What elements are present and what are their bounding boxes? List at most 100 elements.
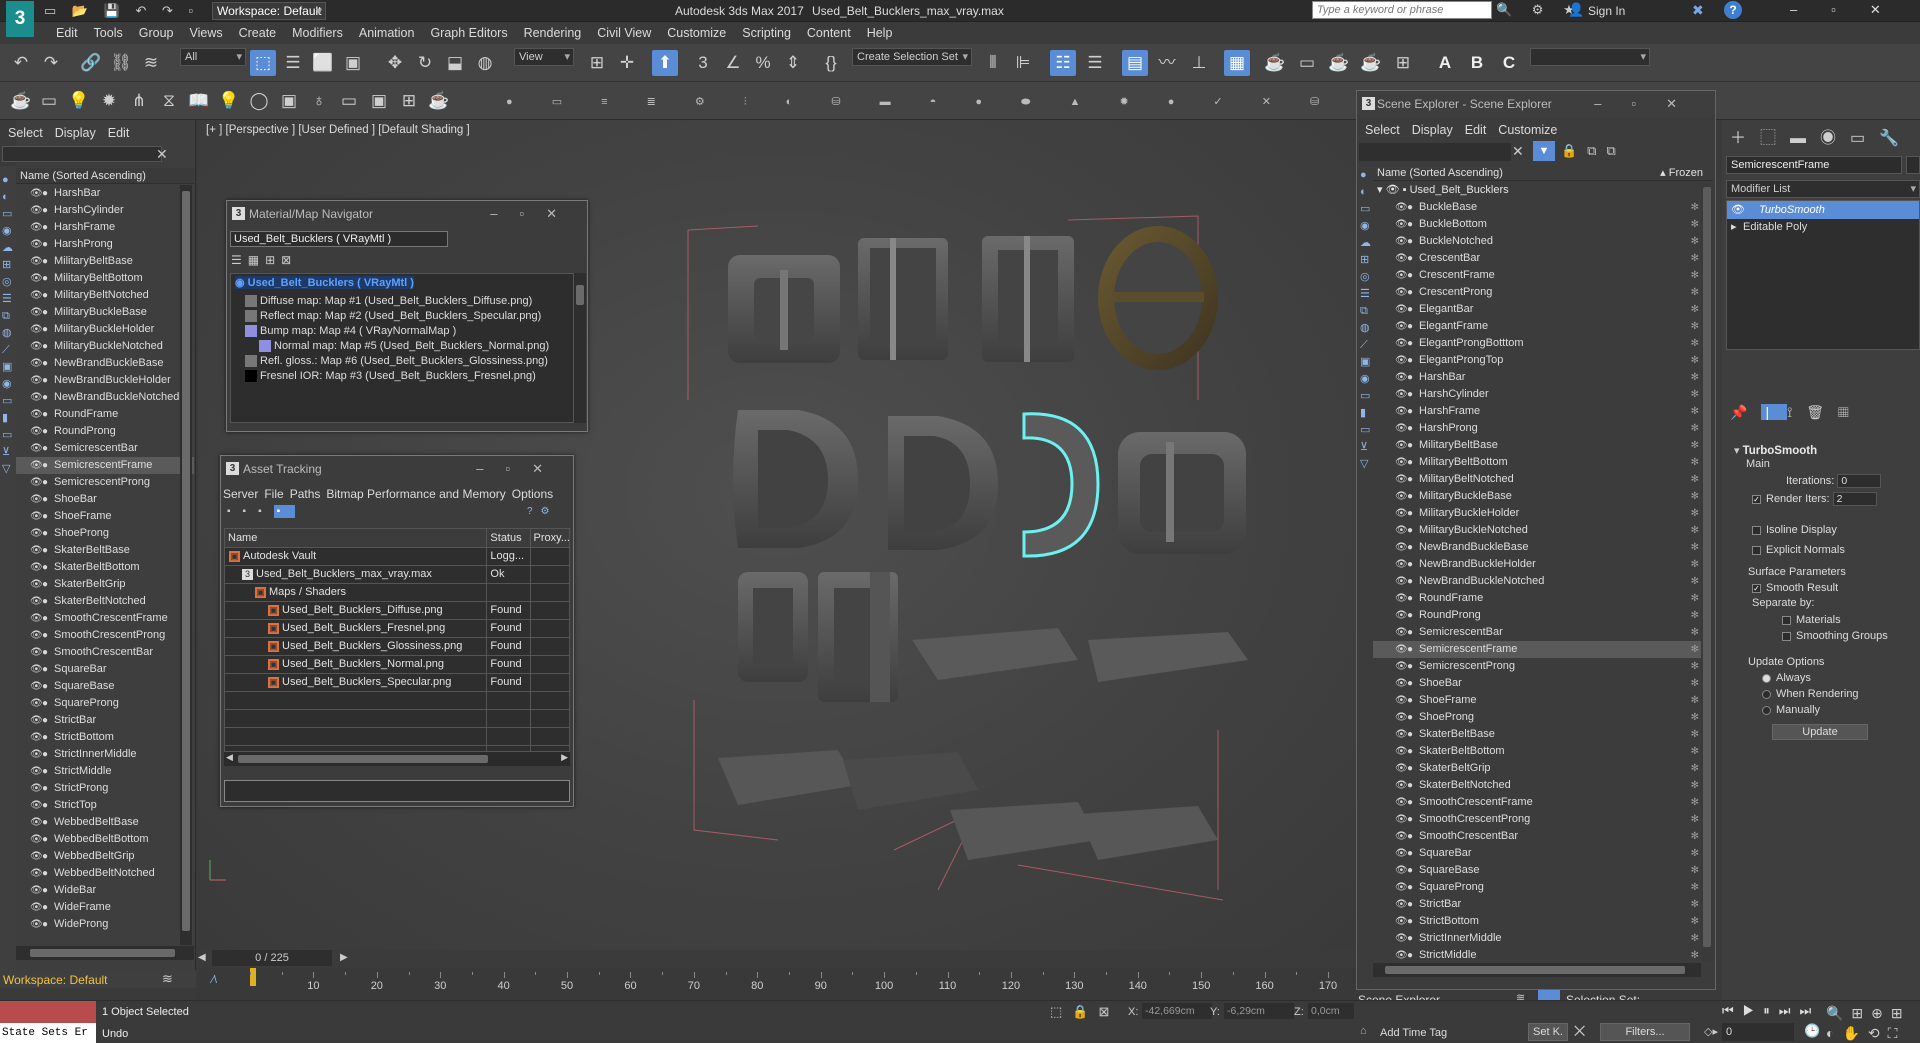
- render-toggle-icon[interactable]: ●: [42, 678, 54, 695]
- list-item[interactable]: 👁● HarshFrame ✻: [1373, 403, 1701, 420]
- list-item[interactable]: 👁● HarshFrame: [16, 219, 194, 236]
- left-search-input[interactable]: [2, 146, 162, 162]
- freeze-icon[interactable]: ✻: [1691, 947, 1699, 961]
- vray-bulb-icon[interactable]: 💡: [216, 88, 242, 114]
- vray-panel-icon[interactable]: ▭: [336, 88, 362, 114]
- eye-icon[interactable]: 👁: [30, 423, 43, 440]
- eye-icon[interactable]: 👁: [30, 457, 43, 474]
- render-toggle-icon[interactable]: ●: [1407, 794, 1419, 811]
- eye-icon[interactable]: 👁: [30, 712, 43, 729]
- scene-explorer-window-controls[interactable]: –▫✕: [1594, 91, 1707, 117]
- render-toggle-icon[interactable]: ●: [1407, 301, 1419, 318]
- eye-icon[interactable]: 👁: [1395, 471, 1408, 488]
- eye-icon[interactable]: 👁: [1395, 488, 1408, 505]
- render-toggle-icon[interactable]: ●: [42, 270, 54, 287]
- list-item[interactable]: 👁● HarshCylinder: [16, 202, 194, 219]
- when-rendering-radio-row[interactable]: When Rendering: [1762, 688, 1859, 700]
- render-toggle-icon[interactable]: ●: [42, 253, 54, 270]
- eye-icon[interactable]: 👁: [1395, 845, 1408, 862]
- spinner-snap-icon[interactable]: ⇕: [780, 50, 806, 76]
- list-item[interactable]: 👁● StrictBar ✻: [1373, 896, 1701, 913]
- z-coordinate-field[interactable]: 0,0cm: [1308, 1003, 1354, 1019]
- create-selection-set-dropdown[interactable]: Create Selection Set: [852, 48, 972, 66]
- selection-lock-icons[interactable]: ⬚🔒⊠: [1050, 1004, 1119, 1020]
- freeze-icon[interactable]: ✻: [1691, 624, 1699, 641]
- eye-icon[interactable]: 👁: [30, 321, 43, 338]
- render-toggle-icon[interactable]: ●: [42, 440, 54, 457]
- object-name-field[interactable]: SemicrescentFrame: [1726, 156, 1902, 174]
- eye-icon[interactable]: 👁: [1395, 522, 1408, 539]
- freeze-icon[interactable]: ✻: [1691, 709, 1699, 726]
- scene-search-input[interactable]: [1359, 143, 1511, 161]
- eye-icon[interactable]: 👁: [1395, 947, 1408, 961]
- render-toggle-icon[interactable]: ●: [42, 848, 54, 865]
- freeze-icon[interactable]: ✻: [1691, 760, 1699, 777]
- freeze-icon[interactable]: ✻: [1691, 250, 1699, 267]
- select-object-icon[interactable]: ⬚: [250, 50, 276, 76]
- eye-icon[interactable]: 👁: [30, 440, 43, 457]
- list-item[interactable]: 👁● ShoeFrame: [16, 508, 194, 525]
- freeze-icon[interactable]: ✻: [1691, 573, 1699, 590]
- set-key-button[interactable]: Set K.: [1528, 1023, 1568, 1041]
- unlink-icon[interactable]: ⛓: [108, 50, 134, 76]
- eye-icon[interactable]: 👁: [1395, 199, 1408, 216]
- window-controls[interactable]: –▫✕: [1790, 2, 1915, 18]
- eye-icon[interactable]: 👁: [1395, 607, 1408, 624]
- eye-icon[interactable]: 👁: [30, 338, 43, 355]
- eye-icon[interactable]: 👁: [1395, 284, 1408, 301]
- render-toggle-icon[interactable]: ●: [1407, 743, 1419, 760]
- list-item[interactable]: 👁● SquareProng: [16, 695, 194, 712]
- render-toggle-icon[interactable]: ●: [42, 219, 54, 236]
- render-toggle-icon[interactable]: ●: [1407, 539, 1419, 556]
- render-toggle-icon[interactable]: ●: [1407, 726, 1419, 743]
- render-setup-icon[interactable]: ☕: [1262, 50, 1288, 76]
- list-item[interactable]: 👁● MilitaryBeltBase: [16, 253, 194, 270]
- menu-content[interactable]: Content: [799, 22, 859, 44]
- render-toggle-icon[interactable]: ●: [1407, 250, 1419, 267]
- time-slider-thumb[interactable]: 0 / 225: [212, 950, 332, 966]
- select-by-name-icon[interactable]: ☰: [280, 50, 306, 76]
- explicit-normals-row[interactable]: Explicit Normals: [1752, 544, 1845, 556]
- render-toggle-icon[interactable]: ●: [42, 491, 54, 508]
- vray-frame-icon[interactable]: ▭: [36, 88, 62, 114]
- freeze-icon[interactable]: ✻: [1691, 726, 1699, 743]
- manipulate-icon[interactable]: ✛: [614, 50, 640, 76]
- eye-icon[interactable]: 👁: [1395, 709, 1408, 726]
- scene-object-list[interactable]: 👁● BuckleBase ✻ 👁● BuckleBottom ✻ 👁● BuckleNotc…: [1373, 199, 1701, 961]
- list-item[interactable]: 👁● SmoothCrescentProng ✻: [1373, 811, 1701, 828]
- eye-icon[interactable]: 👁: [30, 678, 43, 695]
- freeze-icon[interactable]: ✻: [1691, 794, 1699, 811]
- eye-icon[interactable]: 👁: [30, 746, 43, 763]
- render-toggle-icon[interactable]: ●: [1407, 199, 1419, 216]
- layers-icon[interactable]: ≋: [162, 971, 173, 987]
- eye-icon[interactable]: 👁: [1395, 335, 1408, 352]
- freeze-icon[interactable]: ✻: [1691, 658, 1699, 675]
- freeze-icon[interactable]: ✻: [1691, 454, 1699, 471]
- render-toggle-icon[interactable]: ●: [42, 355, 54, 372]
- render-toggle-icon[interactable]: ●: [1407, 947, 1419, 961]
- render-toggle-icon[interactable]: ●: [1407, 216, 1419, 233]
- vray-mesh-icon[interactable]: ⧖: [156, 88, 182, 114]
- col-name[interactable]: Name: [225, 529, 488, 548]
- render-toggle-icon[interactable]: ●: [1407, 352, 1419, 369]
- asset-tracking-window-controls[interactable]: –▫✕: [476, 456, 565, 482]
- freeze-icon[interactable]: ✻: [1691, 522, 1699, 539]
- render-toggle-icon[interactable]: ●: [1407, 896, 1419, 913]
- render-toggle-icon[interactable]: ●: [1407, 284, 1419, 301]
- freeze-icon[interactable]: ✻: [1691, 352, 1699, 369]
- menu-civil-view[interactable]: Civil View: [589, 22, 659, 44]
- freeze-icon[interactable]: ✻: [1691, 318, 1699, 335]
- freeze-icon[interactable]: ✻: [1691, 641, 1699, 658]
- iterations-spinner[interactable]: 0: [1837, 474, 1882, 488]
- schematic-view-icon[interactable]: ⊥: [1186, 50, 1212, 76]
- keyboard-shortcut-icon[interactable]: ⬆: [652, 50, 678, 76]
- table-row[interactable]: ▣ Used_Belt_Bucklers_Fresnel.png Found: [225, 619, 569, 638]
- list-item[interactable]: 👁● RoundProng: [16, 423, 194, 440]
- vray-screen-icon[interactable]: ▣: [366, 88, 392, 114]
- render-toggle-icon[interactable]: ●: [42, 831, 54, 848]
- render-toggle-icon[interactable]: ●: [1407, 437, 1419, 454]
- freeze-icon[interactable]: ✻: [1691, 879, 1699, 896]
- render-toggle-icon[interactable]: ●: [1407, 624, 1419, 641]
- freeze-icon[interactable]: ✻: [1691, 369, 1699, 386]
- menu-tools[interactable]: Tools: [86, 22, 131, 44]
